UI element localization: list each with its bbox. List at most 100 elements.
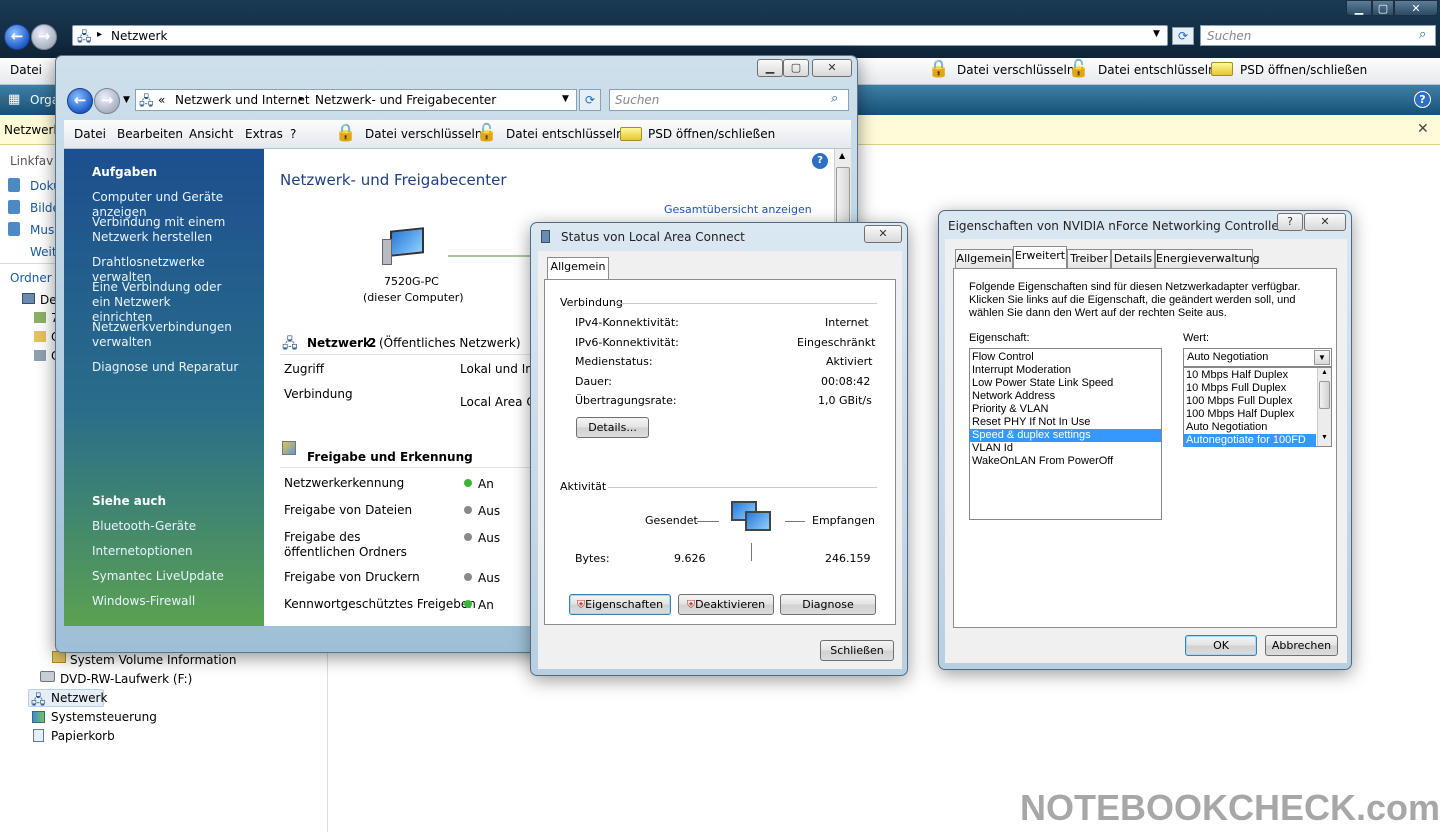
lock-gold-icon[interactable]: 🔓	[476, 123, 497, 143]
sharing-state[interactable]: Aus	[478, 571, 500, 585]
nav-fav-music[interactable]: Musi	[30, 223, 58, 237]
help-icon[interactable]: ?	[812, 153, 828, 169]
list-item[interactable]: 100 Mbps Half Duplex	[1184, 408, 1316, 421]
value-combobox[interactable]: Auto Negotiation ▼	[1183, 348, 1332, 367]
minimize-button[interactable]: ▁	[757, 59, 783, 77]
close-button[interactable]: ✕	[864, 225, 902, 243]
see-also-link[interactable]: Windows-Firewall	[92, 594, 195, 609]
list-item[interactable]: 10 Mbps Half Duplex	[1184, 369, 1316, 382]
list-item[interactable]: Auto Negotiation	[1184, 421, 1316, 434]
list-item-selected[interactable]: Autonegotiate for 100FD	[1184, 434, 1316, 447]
list-item[interactable]: 100 Mbps Full Duplex	[1184, 395, 1316, 408]
lock-red-icon[interactable]: 🔒	[928, 59, 949, 79]
list-item[interactable]: Low Power State Link Speed	[970, 377, 1161, 390]
encrypt-button[interactable]: Datei verschlüsseln	[365, 127, 482, 141]
sharing-state[interactable]: An	[478, 598, 494, 612]
details-button[interactable]: Details...	[576, 417, 649, 438]
menu-datei[interactable]: Datei	[74, 127, 106, 141]
menu-bearbeiten[interactable]: Bearbeiten	[117, 127, 183, 141]
search-icon[interactable]: ⌕	[831, 91, 838, 106]
close-dialog-button[interactable]: Schließen	[820, 640, 894, 661]
explorer-search-input[interactable]: Suchen ⌕	[1200, 25, 1436, 46]
nsc-address-bar[interactable]: 🖧 « Netzwerk und Internet ▸ Netzwerk- un…	[135, 89, 577, 111]
tree-recycle-bin[interactable]: Papierkorb	[51, 729, 115, 743]
nav-fav-more[interactable]: Weit	[30, 245, 57, 259]
nsc-search-input[interactable]: Suchen ⌕	[609, 89, 849, 111]
chevron-down-icon[interactable]: ▼	[562, 94, 569, 104]
computer-icon[interactable]	[22, 293, 35, 304]
cancel-button[interactable]: Abbrechen	[1265, 635, 1338, 656]
list-item[interactable]: WakeOnLAN From PowerOff	[970, 455, 1161, 468]
help-icon[interactable]: ?	[1414, 91, 1431, 108]
list-item[interactable]: Flow Control	[970, 351, 1161, 364]
ok-button[interactable]: OK	[1185, 635, 1257, 656]
tab-allgemein[interactable]: Allgemein	[547, 257, 609, 280]
sharing-state[interactable]: An	[478, 477, 494, 491]
breadcrumb-network-internet[interactable]: Netzwerk und Internet	[175, 93, 310, 107]
task-link[interactable]: Diagnose und Reparatur	[92, 360, 262, 375]
sharing-state[interactable]: Aus	[478, 531, 500, 545]
close-button[interactable]: ✕	[1394, 0, 1438, 16]
pictures-icon[interactable]	[8, 200, 20, 214]
scrollbar-thumb[interactable]	[1319, 381, 1330, 409]
psd-icon[interactable]	[1211, 62, 1233, 76]
see-also-link[interactable]: Bluetooth-Geräte	[92, 519, 196, 534]
see-also-link[interactable]: Internetoptionen	[92, 544, 193, 559]
minimize-button[interactable]: ▁	[1346, 0, 1372, 16]
scroll-down-icon[interactable]: ▼	[1321, 434, 1328, 441]
close-button[interactable]: ✕	[1304, 213, 1346, 231]
menu-ansicht[interactable]: Ansicht	[189, 127, 233, 141]
close-button[interactable]: ✕	[812, 59, 852, 77]
list-item-selected[interactable]: Speed & duplex settings	[970, 429, 1161, 442]
value-dropdown-list[interactable]: 10 Mbps Half Duplex 10 Mbps Full Duplex …	[1183, 367, 1332, 447]
maximize-button[interactable]: ▢	[1372, 0, 1394, 16]
list-item[interactable]: 10 Mbps Full Duplex	[1184, 382, 1316, 395]
list-item[interactable]: Priority & VLAN	[970, 403, 1161, 416]
task-link[interactable]: Verbindung mit einem Netzwerk herstellen	[92, 215, 227, 245]
tree-system-volume[interactable]: System Volume Information	[70, 653, 236, 667]
breadcrumb-nsc[interactable]: Netzwerk- und Freigabecenter	[315, 93, 496, 107]
menu-datei[interactable]: Datei	[10, 63, 42, 77]
disable-button[interactable]: ⛨Deaktivieren	[678, 594, 774, 615]
refresh-icon[interactable]: ⟳	[579, 89, 601, 111]
list-item[interactable]: VLAN Id	[970, 442, 1161, 455]
lock-red-icon[interactable]: 🔒	[335, 123, 356, 143]
full-map-link[interactable]: Gesamtübersicht anzeigen	[664, 203, 812, 216]
task-link[interactable]: Eine Verbindung oder ein Netzwerk einric…	[92, 280, 232, 325]
tab-allgemein[interactable]: Allgemein	[955, 249, 1013, 269]
psd-button[interactable]: PSD öffnen/schließen	[648, 127, 775, 141]
decrypt-button[interactable]: Datei entschlüsseln	[1098, 63, 1216, 77]
diagnose-button[interactable]: Diagnose	[780, 594, 876, 615]
chevron-down-icon[interactable]: ▼	[1314, 350, 1330, 365]
documents-icon[interactable]	[8, 178, 20, 192]
menu-extras[interactable]: Extras	[245, 127, 283, 141]
ordner-heading[interactable]: Ordner	[10, 271, 52, 285]
refresh-icon[interactable]: ⟳	[1172, 27, 1194, 45]
music-icon[interactable]	[8, 222, 20, 236]
tree-dvd-drive[interactable]: DVD-RW-Laufwerk (F:)	[60, 672, 192, 686]
sharing-state[interactable]: Aus	[478, 504, 500, 518]
psd-icon[interactable]	[620, 127, 642, 141]
help-button[interactable]: ?	[1277, 213, 1303, 231]
list-item[interactable]: Interrupt Moderation	[970, 364, 1161, 377]
tree-network[interactable]: Netzwerk	[51, 691, 107, 705]
chevron-down-icon[interactable]: ▼	[123, 95, 130, 105]
forward-button[interactable]: →	[94, 88, 120, 114]
search-icon[interactable]: ⌕	[1419, 27, 1426, 42]
list-item[interactable]: Network Address	[970, 390, 1161, 403]
menu-help[interactable]: ?	[290, 127, 296, 141]
properties-button[interactable]: ⛨Eigenschaften	[569, 594, 671, 615]
tab-energieverwaltung[interactable]: Energieverwaltung	[1155, 249, 1260, 269]
back-button[interactable]: ←	[4, 24, 30, 50]
back-button[interactable]: ←	[67, 88, 93, 114]
task-link[interactable]: Netzwerkverbindungen verwalten	[92, 320, 232, 350]
property-list[interactable]: Flow Control Interrupt Moderation Low Po…	[969, 348, 1162, 520]
close-icon[interactable]: ✕	[1417, 121, 1429, 137]
tab-details[interactable]: Details	[1111, 249, 1155, 269]
encrypt-button[interactable]: Datei verschlüsseln	[957, 63, 1074, 77]
explorer-address-bar[interactable]: 🖧 ▸ Netzwerk ▼	[72, 25, 1168, 46]
scroll-up-icon[interactable]: ▲	[839, 151, 845, 160]
lock-gold-icon[interactable]: 🔓	[1068, 59, 1089, 79]
psd-button[interactable]: PSD öffnen/schließen	[1240, 63, 1367, 77]
tree-control-panel[interactable]: Systemsteuerung	[51, 710, 157, 724]
